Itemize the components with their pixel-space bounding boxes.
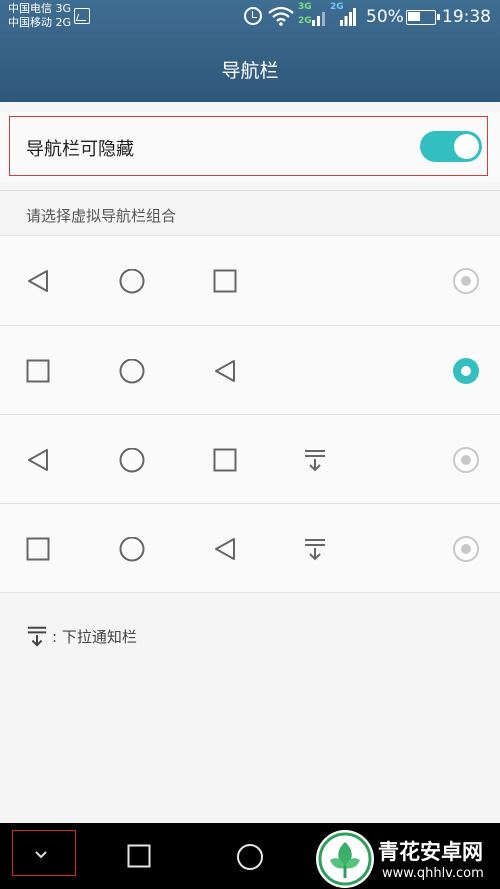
back-icon bbox=[215, 360, 235, 382]
combo-1-radio[interactable] bbox=[453, 268, 479, 294]
hide-navbar-switch[interactable] bbox=[420, 131, 482, 162]
combo-2-radio[interactable] bbox=[453, 358, 479, 384]
gallery-icon bbox=[74, 8, 90, 24]
recent-apps-icon bbox=[213, 448, 237, 472]
carrier-info: 中国电信 3G 中国移动 2G bbox=[8, 2, 71, 30]
clock: 19:38 bbox=[442, 7, 491, 27]
recent-apps-icon bbox=[26, 359, 50, 383]
home-button[interactable] bbox=[236, 843, 264, 871]
net-3g-badge: 3G bbox=[298, 2, 312, 12]
home-icon bbox=[119, 537, 145, 562]
back-icon bbox=[215, 538, 235, 560]
notification-pulldown-icon bbox=[27, 626, 47, 647]
notification-pulldown-icon bbox=[305, 539, 325, 561]
nav-combo-3[interactable] bbox=[0, 414, 500, 504]
watermark-logo bbox=[316, 830, 374, 888]
back-icon bbox=[28, 270, 48, 292]
combo-3-radio[interactable] bbox=[453, 447, 479, 473]
page-title: 导航栏 bbox=[221, 60, 279, 82]
combo-4-radio[interactable] bbox=[453, 536, 479, 562]
nav-combo-2[interactable] bbox=[0, 325, 500, 415]
home-icon bbox=[119, 448, 145, 473]
alarm-icon bbox=[244, 7, 262, 25]
recent-apps-icon bbox=[26, 537, 50, 561]
signal-icon bbox=[312, 12, 325, 26]
app-header: 中国电信 3G 中国移动 2G 3G 2G 2G 50% 19:38 导航栏 bbox=[0, 0, 500, 102]
battery-icon bbox=[406, 10, 440, 25]
legend-text: : 下拉通知栏 bbox=[52, 628, 137, 646]
wifi-icon bbox=[268, 6, 294, 26]
hide-navbar-label: 导航栏可隐藏 bbox=[26, 139, 134, 160]
recent-apps-icon bbox=[213, 269, 237, 293]
battery-percent: 50% bbox=[366, 7, 404, 27]
switch-knob bbox=[454, 134, 479, 159]
status-bar: 中国电信 3G 中国移动 2G 3G 2G 2G 50% 19:38 bbox=[0, 0, 500, 36]
watermark-title: 青花安卓网 bbox=[378, 840, 483, 864]
home-icon bbox=[119, 269, 145, 294]
carrier-1: 中国电信 3G bbox=[8, 2, 72, 15]
home-icon bbox=[119, 359, 145, 384]
notification-pulldown-icon bbox=[305, 450, 325, 472]
hide-button-highlight bbox=[12, 830, 76, 876]
recent-apps-button[interactable] bbox=[127, 844, 151, 868]
section-label: 请选择虚拟导航栏组合 bbox=[26, 207, 177, 225]
signal-icon-secondary bbox=[340, 8, 356, 26]
nav-combo-4[interactable] bbox=[0, 503, 500, 593]
carrier-2: 中国移动 2G bbox=[8, 16, 72, 29]
net-2g-badge: 2G bbox=[298, 16, 312, 26]
back-icon bbox=[28, 449, 48, 471]
watermark-url: www.qhhlv.com bbox=[382, 866, 484, 881]
nav-combo-1[interactable] bbox=[0, 235, 500, 325]
divider bbox=[0, 190, 500, 191]
watermark: 青花安卓网 www.qhhlv.com bbox=[316, 830, 500, 889]
